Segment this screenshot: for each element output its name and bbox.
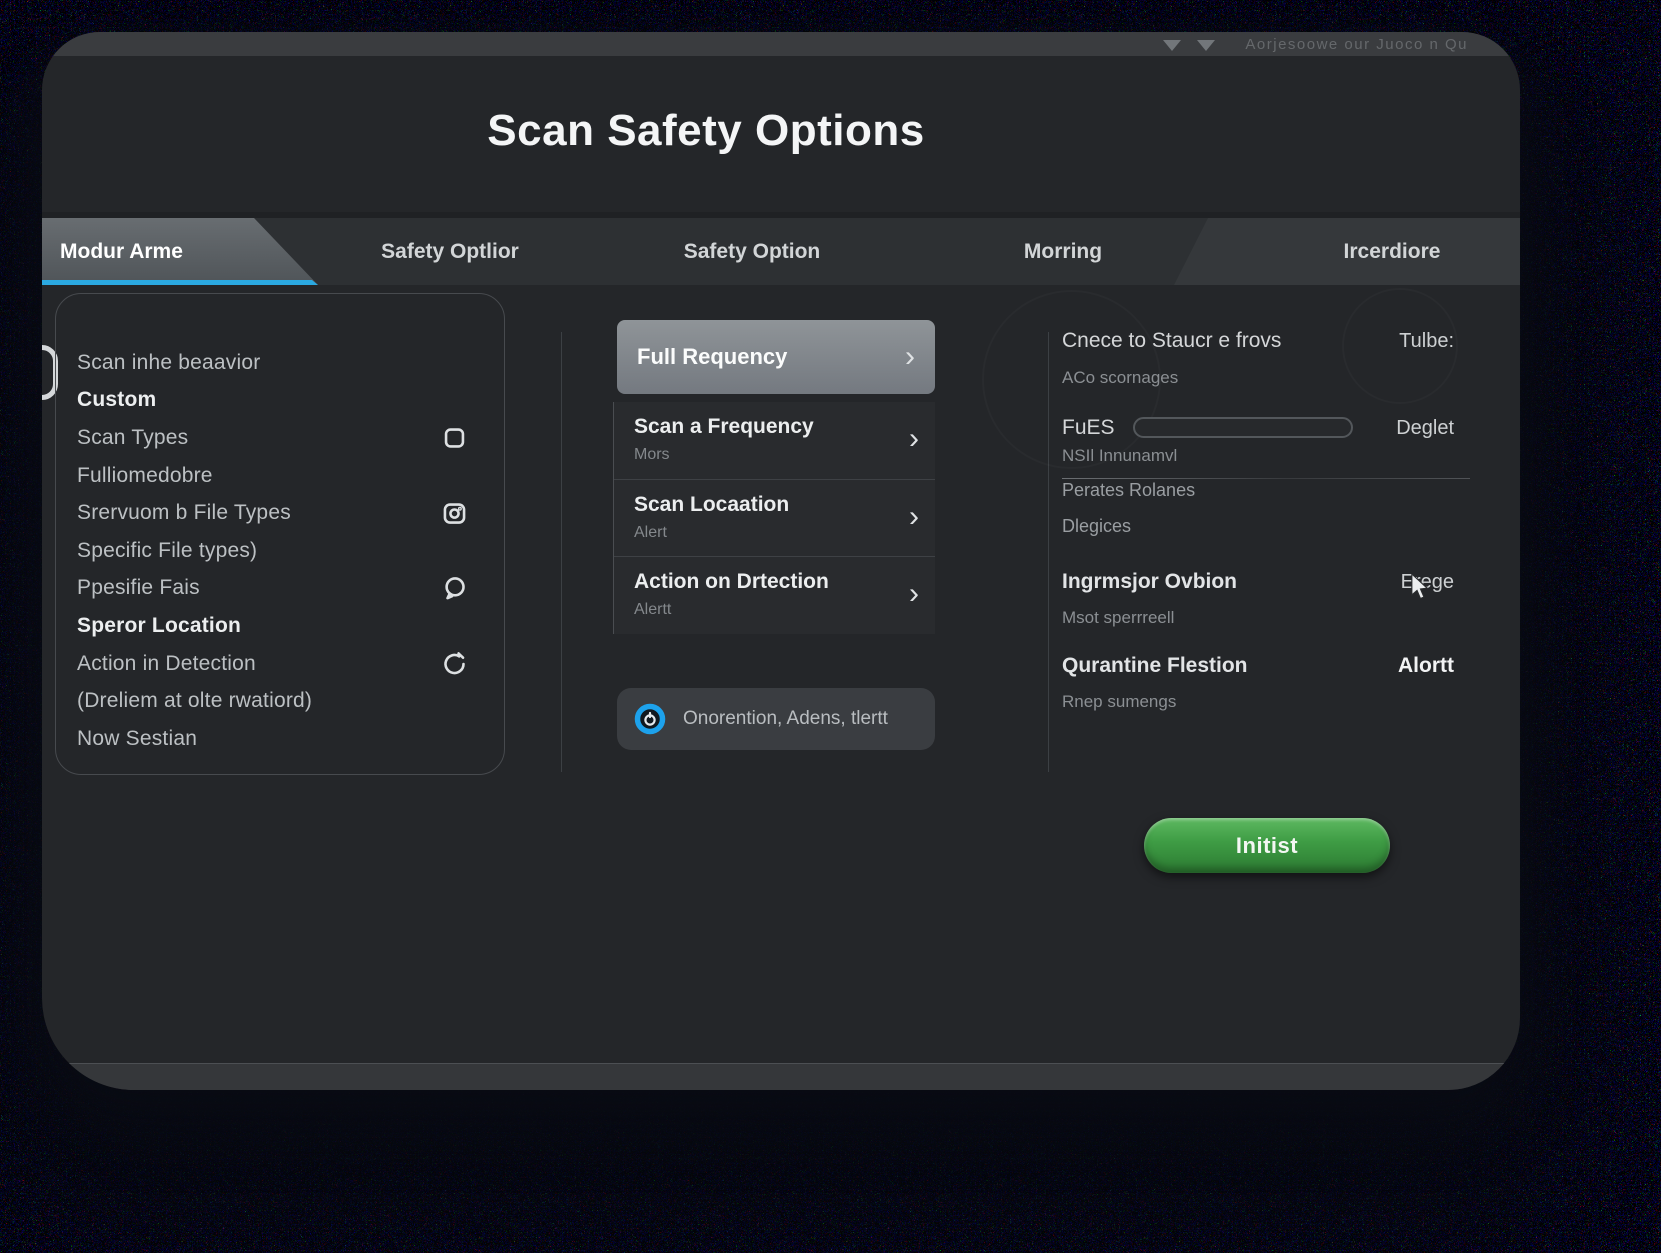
top-strip-text: Aorjesoowe our Juoco n Qu — [1245, 36, 1468, 53]
option-ingrmsjor-title: Ingrmsjor Ovbion — [1062, 570, 1237, 594]
slider-label: FuES — [1062, 416, 1115, 440]
chat-bubble-icon — [441, 575, 468, 602]
right-text-row: Perates Rolanes — [1062, 480, 1454, 501]
sidebar-item-speror-location[interactable]: Speror Location — [77, 607, 486, 645]
divider-left-middle — [561, 332, 562, 772]
chevron-right-icon: › — [909, 579, 919, 609]
scan-safety-dialog: Aorjesoowe our Juoco n Qu Scan Safety Op… — [42, 32, 1520, 1090]
sidebar-item-scan-behavior[interactable]: Scan inhe beaavior — [77, 344, 486, 382]
scan-options-list: Scan a Frequency Mors › Scan Locaation A… — [613, 402, 935, 634]
sidebar-item-now-sestian[interactable]: Now Sestian — [77, 720, 486, 758]
sidebar-item-file-types[interactable]: Srervuom b File Types — [77, 494, 486, 532]
tab-ircerdiore[interactable]: Ircerdiore — [1344, 224, 1441, 280]
initist-button[interactable]: Initist — [1144, 818, 1390, 873]
option-scan-location[interactable]: Scan Locaation Alert › — [614, 479, 935, 556]
option-scan-frequency[interactable]: Scan a Frequency Mors › — [614, 402, 935, 479]
chevron-right-icon: › — [909, 502, 919, 532]
option-quarantine-title: Qurantine Flestion — [1062, 654, 1248, 678]
slider-note-row: NSIl Innunamvl — [1062, 446, 1454, 466]
sidebar-item-label: Now Sestian — [77, 727, 197, 751]
mouse-cursor-icon — [1410, 574, 1431, 600]
slider-note: NSIl Innunamvl — [1062, 446, 1177, 466]
option-ingrmsjor-row: Ingrmsjor Ovbion Erege — [1062, 570, 1454, 594]
slider-value[interactable]: Deglet — [1396, 417, 1454, 440]
option-ingrmsjor-subtitle-row: Msot sperrreell — [1062, 608, 1454, 628]
selected-option-full-requency[interactable]: Full Requency › — [617, 320, 935, 394]
active-tab-underline — [42, 280, 318, 285]
tab-morring[interactable]: Morring — [1024, 224, 1102, 280]
option-quarantine-row: Qurantine Flestion Alortt — [1062, 654, 1454, 678]
right-header-row: Cnece to Staucr e frovs Tulbe: — [1062, 329, 1454, 353]
option-subtitle: Alert — [634, 524, 917, 542]
option-title: Action on Drtection — [634, 570, 917, 594]
target-icon — [633, 702, 667, 736]
tab-modur-arme[interactable]: Modur Arme — [60, 224, 183, 280]
option-quarantine-subtitle-row: Rnep sumengs — [1062, 692, 1454, 712]
sidebar-item-label: Specific File types) — [77, 539, 257, 563]
option-ingrmsjor-subtitle: Msot sperrreell — [1062, 608, 1174, 628]
option-action-on-detection[interactable]: Action on Drtection Alertt › — [614, 556, 935, 633]
tab-bar: Modur Arme Safety Optlior Safety Option … — [42, 212, 1520, 285]
window-top-strip: Aorjesoowe our Juoco n Qu — [42, 32, 1520, 56]
sidebar-item-dreliem[interactable]: (Dreliem at olte rwatiord) — [77, 682, 486, 720]
page-title: Scan Safety Options — [42, 106, 1520, 156]
scan-settings-panel: Scan inhe beaavior Custom Scan Types Ful… — [55, 293, 505, 775]
option-subtitle: Mors — [634, 446, 917, 464]
slider-track[interactable] — [1133, 417, 1353, 438]
right-header-title: Cnece to Staucr e frovs — [1062, 329, 1281, 353]
window-bottom-lip — [42, 1063, 1520, 1090]
right-header-subtitle-row: ACo scornages — [1062, 368, 1454, 388]
chevron-down-icon[interactable] — [1163, 40, 1181, 51]
right-panel-divider — [1062, 478, 1470, 479]
square-icon — [441, 424, 468, 451]
status-pill-label: Onorention, Adens, tlertt — [683, 708, 888, 730]
chevron-right-icon: › — [909, 424, 919, 454]
tab-safety-option[interactable]: Safety Option — [684, 224, 821, 280]
sidebar-item-label: Action in Detection — [77, 652, 256, 676]
right-header-value[interactable]: Tulbe: — [1399, 330, 1454, 353]
sidebar-item-label: (Dreliem at olte rwatiord) — [77, 689, 312, 713]
sidebar-item-label: Fulliomedobre — [77, 464, 213, 488]
sidebar-item-scan-types[interactable]: Scan Types — [77, 419, 486, 457]
sidebar-item-label: Scan Types — [77, 426, 188, 450]
sidebar-item-specific-file-types[interactable]: Specific File types) — [77, 532, 486, 570]
sidebar-item-fulliomedobre[interactable]: Fulliomedobre — [77, 457, 486, 495]
sidebar-item-custom[interactable]: Custom — [77, 382, 486, 420]
tab-safety-optlior[interactable]: Safety Optlior — [381, 224, 519, 280]
sidebar-item-action-in-detection[interactable]: Action in Detection — [77, 645, 486, 683]
sidebar-list: Scan inhe beaavior Custom Scan Types Ful… — [56, 294, 504, 758]
selected-option-label: Full Requency — [637, 344, 787, 370]
initist-button-label: Initist — [1236, 833, 1298, 859]
sidebar-item-label: Scan inhe beaavior — [77, 351, 260, 375]
option-quarantine-value[interactable]: Alortt — [1398, 654, 1454, 678]
option-title: Scan a Frequency — [634, 415, 917, 439]
option-subtitle: Alertt — [634, 601, 917, 619]
option-quarantine-subtitle: Rnep sumengs — [1062, 692, 1176, 712]
camera-icon — [441, 500, 468, 527]
chevron-down-icon[interactable] — [1197, 40, 1215, 51]
sidebar-item-ppesifie-fais[interactable]: Ppesifie Fais — [77, 570, 486, 608]
sidebar-item-label: Custom — [77, 388, 156, 412]
status-pill[interactable]: Onorention, Adens, tlertt — [617, 688, 935, 750]
chevron-right-icon: › — [905, 342, 915, 372]
right-text-line: Perates Rolanes — [1062, 480, 1195, 501]
sidebar-item-label: Ppesifie Fais — [77, 576, 200, 600]
option-title: Scan Locaation — [634, 493, 917, 517]
sidebar-item-label: Speror Location — [77, 614, 241, 638]
refresh-icon — [441, 650, 468, 677]
right-header-subtitle: ACo scornages — [1062, 368, 1178, 388]
right-text-line: Dlegices — [1062, 516, 1131, 537]
right-text-row: Dlegices — [1062, 516, 1454, 537]
sidebar-item-label: Srervuom b File Types — [77, 501, 291, 525]
